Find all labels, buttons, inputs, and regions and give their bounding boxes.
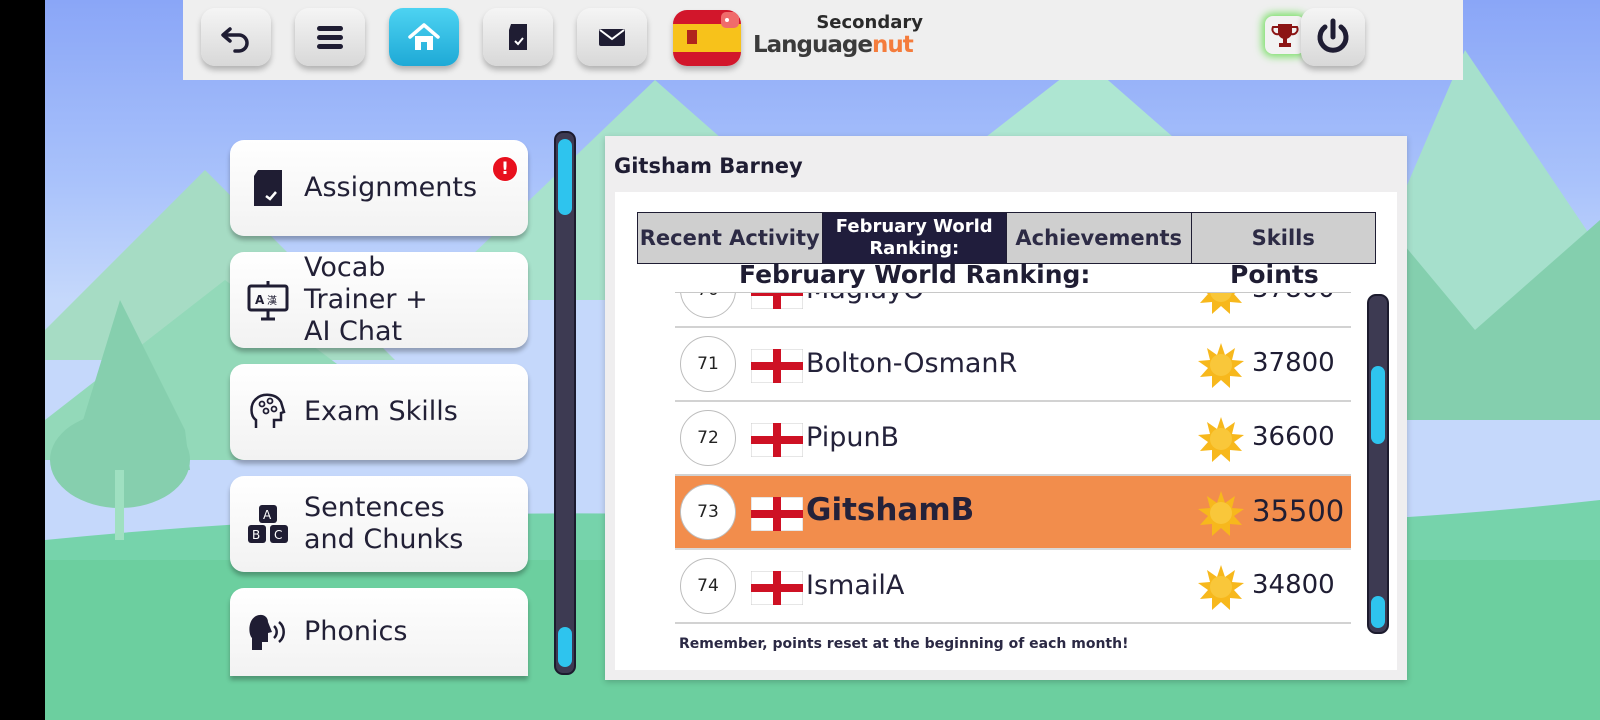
rank-badge: 71	[680, 336, 736, 392]
menu-item-exam-skills[interactable]: Exam Skills	[230, 364, 528, 460]
username: Bolton-OsmanR	[806, 348, 1018, 379]
menu-item-sentences-chunks[interactable]: A B C Sentences and Chunks	[230, 476, 528, 572]
tab-recent-activity[interactable]: Recent Activity	[638, 213, 823, 263]
ranking-row-current-user: 73 GitshamB 35500	[675, 476, 1351, 550]
svg-text:C: C	[274, 528, 282, 542]
points-column-header: Points	[1230, 260, 1319, 289]
tab-skills[interactable]: Skills	[1191, 213, 1375, 263]
brand-name: Languagenut	[753, 32, 914, 58]
ranking-row: 72 PipunB 36600	[675, 402, 1351, 476]
menu-item-label: Assignments	[304, 172, 478, 203]
tab-achievements[interactable]: Achievements	[1007, 213, 1192, 263]
svg-text:漢: 漢	[267, 294, 277, 307]
ranking-scrollbar[interactable]	[1367, 294, 1389, 634]
home-button[interactable]	[389, 8, 459, 66]
england-flag-icon	[751, 293, 803, 309]
speaking-head-icon	[249, 614, 285, 650]
profile-panel: Gitsham Barney Recent Activity February …	[605, 136, 1407, 680]
menu-item-label: Exam Skills	[304, 396, 458, 427]
sun-points-icon	[1198, 491, 1244, 536]
document-check-icon	[509, 24, 527, 50]
svg-text:B: B	[252, 528, 260, 542]
profile-tabs: Recent Activity February World Ranking: …	[637, 212, 1376, 264]
england-flag-icon	[751, 349, 803, 383]
mail-button[interactable]	[577, 8, 647, 66]
document-check-icon	[254, 170, 282, 206]
scroll-down-arrow[interactable]	[1371, 596, 1385, 628]
england-flag-icon	[751, 497, 803, 531]
top-toolbar: Secondary Languagenut	[183, 0, 1463, 80]
points-value: 34800	[1252, 570, 1335, 600]
menu-item-label: Sentences and Chunks	[304, 492, 464, 555]
home-icon	[408, 23, 440, 50]
language-flag-button[interactable]	[673, 10, 741, 66]
scrollbar-thumb[interactable]	[1371, 366, 1385, 444]
rank-badge: 72	[680, 410, 736, 466]
points-value: 37800	[1252, 293, 1335, 304]
rank-badge: 74	[680, 558, 736, 614]
menu-scrollbar[interactable]	[554, 131, 576, 675]
panel-content: Recent Activity February World Ranking: …	[615, 192, 1397, 670]
undo-arrow-icon	[221, 27, 249, 53]
logout-button[interactable]	[1301, 8, 1365, 66]
tab-world-ranking[interactable]: February World Ranking:	[822, 213, 1007, 263]
rank-badge: 70	[680, 293, 736, 318]
menu-item-vocab-trainer[interactable]: A 漢 Vocab Trainer + AI Chat	[230, 252, 528, 348]
ranking-column-header: February World Ranking:	[739, 260, 1091, 289]
sun-points-icon	[1198, 343, 1244, 388]
scroll-down-arrow[interactable]	[558, 627, 572, 667]
languagenut-logo: Secondary Languagenut	[753, 10, 923, 60]
student-name: Gitsham Barney	[614, 154, 803, 178]
points-value: 35500	[1252, 494, 1345, 528]
sun-points-icon	[1198, 417, 1244, 462]
username: IsmailA	[806, 570, 905, 601]
menu-item-label: Phonics	[304, 616, 408, 647]
username: PipunB	[806, 422, 900, 453]
username: MaglayO	[806, 293, 924, 305]
sun-points-icon	[1198, 565, 1244, 610]
envelope-icon	[599, 29, 625, 46]
trophy-icon	[1271, 24, 1299, 47]
power-icon	[1317, 18, 1349, 53]
assignments-toolbar-button[interactable]	[483, 8, 553, 66]
points-value: 36600	[1252, 422, 1335, 452]
hamburger-icon	[317, 26, 343, 49]
abc-blocks-icon: A B C	[248, 505, 288, 543]
menu-item-assignments[interactable]: Assignments !	[230, 140, 528, 236]
app-stage: Secondary Languagenut Assignments ! A 漢 …	[45, 0, 1600, 720]
svg-text:A: A	[255, 293, 265, 307]
rank-badge: 73	[680, 484, 736, 540]
username: GitshamB	[806, 492, 975, 528]
sun-points-icon	[1200, 293, 1242, 314]
england-flag-icon	[751, 423, 803, 457]
brand-secondary: Secondary	[816, 12, 923, 33]
england-flag-icon	[751, 571, 803, 605]
points-value: 37800	[1252, 348, 1335, 378]
spain-flag-icon	[673, 10, 741, 66]
ranking-row: 70 MaglayO 37800	[675, 293, 1351, 328]
trophy-button[interactable]	[1265, 16, 1305, 54]
back-button[interactable]	[201, 8, 271, 66]
scrollbar-thumb[interactable]	[558, 139, 572, 215]
ranking-row: 74 IsmailA 34800	[675, 550, 1351, 624]
brain-head-icon	[250, 393, 286, 428]
whiteboard-icon: A 漢	[247, 281, 289, 321]
points-reset-note: Remember, points reset at the beginning …	[679, 636, 1129, 652]
alert-badge: !	[492, 156, 518, 182]
ranking-row: 71 Bolton-OsmanR 37800	[675, 328, 1351, 402]
ranking-list: 70 MaglayO 37800 71 Bolton-OsmanR 37800 …	[675, 292, 1351, 633]
menu-item-phonics[interactable]: Phonics	[230, 588, 528, 676]
svg-text:A: A	[263, 508, 272, 522]
menu-button[interactable]	[295, 8, 365, 66]
menu-item-label: Vocab Trainer + AI Chat	[304, 252, 428, 347]
